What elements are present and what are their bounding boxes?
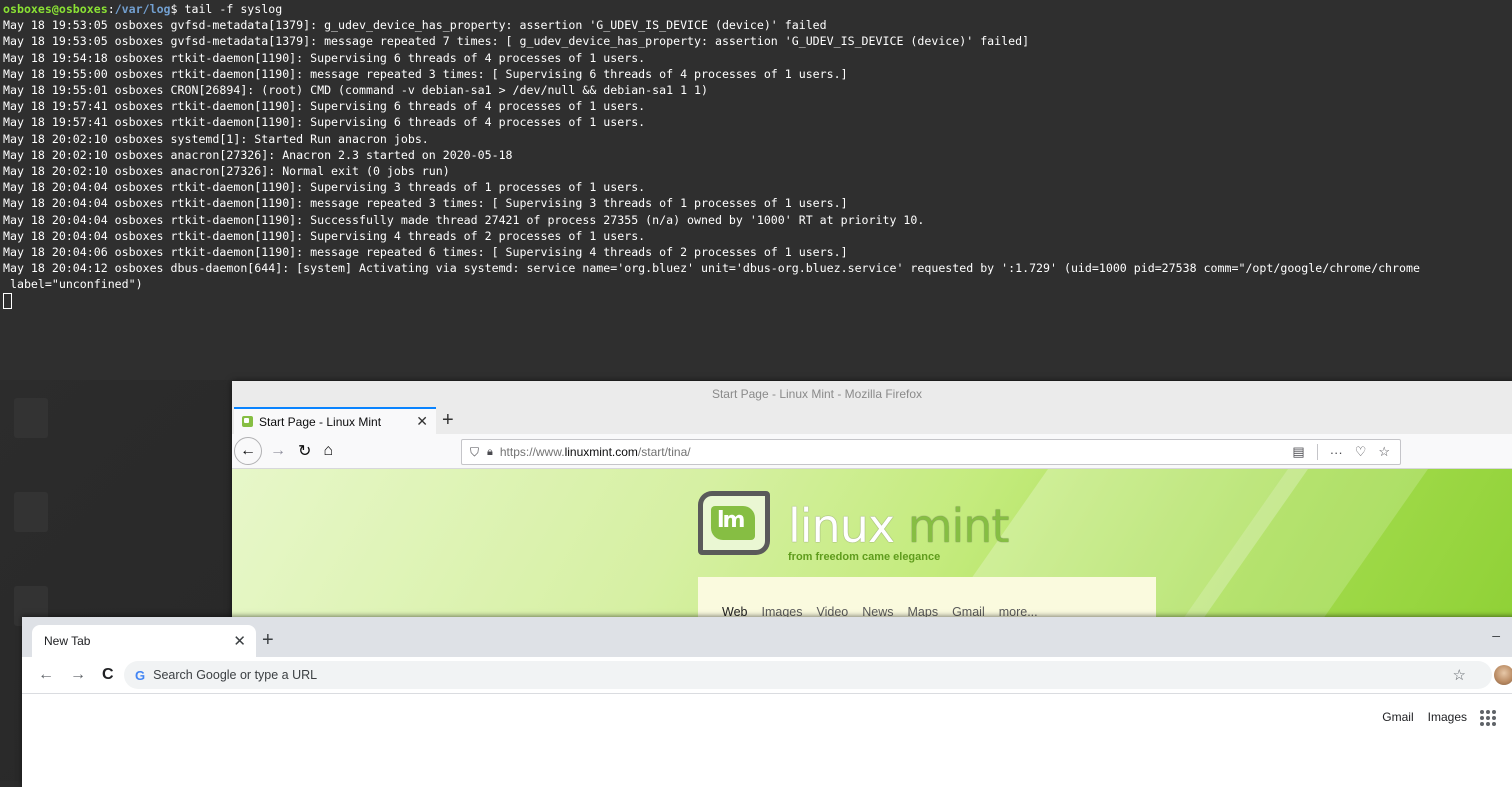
new-tab-icon[interactable]: + xyxy=(262,629,274,651)
terminal-line: May 18 20:04:04 osboxes rtkit-daemon[119… xyxy=(3,196,848,211)
page-actions-icon[interactable]: ··· xyxy=(1330,445,1343,460)
prompt-user: osboxes@osboxes xyxy=(3,2,108,16)
close-tab-icon[interactable]: ✕ xyxy=(416,413,428,430)
forward-icon[interactable]: → xyxy=(270,442,286,460)
omnibox-placeholder: Search Google or type a URL xyxy=(153,668,318,682)
search-panel: Web Images Video News Maps Gmail more... xyxy=(698,577,1156,621)
chrome-tabstrip: New Tab ✕ + – xyxy=(22,617,1512,657)
terminal-cursor xyxy=(3,293,12,310)
google-header-links: Gmail Images xyxy=(1382,710,1467,724)
terminal-prompt-line: osboxes@osboxes:/var/log$ tail -f syslog xyxy=(3,2,283,16)
terminal-line: May 18 19:53:05 osboxes gvfsd-metadata[1… xyxy=(3,18,827,33)
gmail-link[interactable]: Gmail xyxy=(1382,710,1413,724)
google-icon: G xyxy=(135,667,146,683)
terminal-line: May 18 20:02:10 osboxes anacron[27326]: … xyxy=(3,164,450,179)
firefox-tab-start-page[interactable]: Start Page - Linux Mint ✕ xyxy=(234,407,436,434)
desktop-icon[interactable] xyxy=(14,398,48,438)
reload-icon[interactable]: ↻ xyxy=(298,441,311,461)
minimize-icon[interactable]: – xyxy=(1492,627,1500,643)
terminal-line: May 18 19:53:05 osboxes gvfsd-metadata[1… xyxy=(3,34,1030,49)
url-bar-actions: ▤ ··· ♡ ☆ xyxy=(1292,444,1390,460)
chrome-toolbar: ← → C G Search Google or type a URL ☆ xyxy=(22,657,1512,694)
pocket-icon[interactable]: ♡ xyxy=(1355,444,1367,460)
lock-icon[interactable]: 🔒︎ xyxy=(487,446,493,459)
terminal-line: May 18 19:55:00 osboxes rtkit-daemon[119… xyxy=(3,66,848,81)
linuxmint-logo-icon xyxy=(698,491,770,555)
terminal-window[interactable]: osboxes@osboxes:/var/log$ tail -f syslog… xyxy=(0,0,1512,380)
terminal-line: May 18 20:04:04 osboxes rtkit-daemon[119… xyxy=(3,228,646,243)
terminal-line: May 18 20:04:04 osboxes rtkit-daemon[119… xyxy=(3,180,646,195)
images-link[interactable]: Images xyxy=(1428,710,1467,724)
terminal-line: May 18 19:54:18 osboxes rtkit-daemon[119… xyxy=(3,50,646,65)
terminal-cursor-line xyxy=(3,293,1512,310)
linuxmint-wordmark: linux mint xyxy=(788,499,1009,553)
profile-avatar[interactable] xyxy=(1494,665,1512,685)
terminal-line: May 18 20:04:12 osboxes dbus-daemon[644]… xyxy=(3,261,1420,276)
reader-view-icon[interactable]: ▤ xyxy=(1292,444,1304,460)
terminal-line: May 18 20:02:10 osboxes systemd[1]: Star… xyxy=(3,131,429,146)
chrome-tab-title: New Tab xyxy=(44,634,91,648)
terminal-line: May 18 19:55:01 osboxes CRON[26894]: (ro… xyxy=(3,83,708,98)
terminal-line: label="unconfined") xyxy=(3,277,143,292)
linuxmint-start-page: linux mint from freedom came elegance We… xyxy=(232,469,1512,621)
url-bar-separator xyxy=(1316,444,1318,460)
new-tab-icon[interactable]: + xyxy=(442,409,454,431)
linuxmint-tagline: from freedom came elegance xyxy=(788,551,941,563)
desktop-icon[interactable] xyxy=(14,492,48,532)
close-tab-icon[interactable]: ✕ xyxy=(233,632,246,650)
firefox-tab-title: Start Page - Linux Mint xyxy=(259,414,382,429)
tracking-shield-icon[interactable]: ⛉ xyxy=(470,445,479,460)
home-icon[interactable]: ⌂ xyxy=(323,442,333,460)
terminal-line: May 18 19:57:41 osboxes rtkit-daemon[119… xyxy=(3,99,646,114)
back-icon[interactable]: ← xyxy=(234,437,262,465)
firefox-titlebar[interactable]: Start Page - Linux Mint - Mozilla Firefo… xyxy=(232,381,1512,407)
firefox-navbar: ← → ↻ ⌂ ⛉ 🔒︎ https://www.linuxmint.com/s… xyxy=(232,434,1512,469)
back-icon[interactable]: ← xyxy=(38,666,54,684)
chrome-window[interactable]: New Tab ✕ + – ← → C G Search Google or t… xyxy=(22,617,1512,787)
chrome-omnibox[interactable]: G Search Google or type a URL ☆ xyxy=(124,661,1492,689)
terminal-line: May 18 20:04:06 osboxes rtkit-daemon[119… xyxy=(3,245,848,260)
terminal-line: May 18 19:57:41 osboxes rtkit-daemon[119… xyxy=(3,115,646,130)
chrome-new-tab-page: Gmail Images xyxy=(22,694,1512,787)
url-text: https://www.linuxmint.com/start/tina/ xyxy=(499,445,691,459)
prompt-path: /var/log xyxy=(114,2,171,16)
terminal-line: May 18 20:04:04 osboxes rtkit-daemon[119… xyxy=(3,212,925,227)
chrome-tab-new-tab[interactable]: New Tab ✕ xyxy=(32,625,256,657)
terminal-command: $ tail -f syslog xyxy=(170,2,283,16)
reload-icon[interactable]: C xyxy=(102,666,114,684)
bookmark-star-icon[interactable]: ☆ xyxy=(1378,444,1390,460)
bookmark-star-icon[interactable]: ☆ xyxy=(1453,666,1466,684)
firefox-url-bar[interactable]: ⛉ 🔒︎ https://www.linuxmint.com/start/tin… xyxy=(461,439,1401,465)
firefox-tabbar: Start Page - Linux Mint ✕ + xyxy=(232,407,1512,434)
apps-grid-icon[interactable] xyxy=(1480,710,1496,726)
linuxmint-favicon-icon xyxy=(242,416,253,427)
terminal-line: May 18 20:02:10 osboxes anacron[27326]: … xyxy=(3,147,513,162)
forward-icon[interactable]: → xyxy=(70,666,86,684)
firefox-window[interactable]: Start Page - Linux Mint - Mozilla Firefo… xyxy=(232,381,1512,621)
